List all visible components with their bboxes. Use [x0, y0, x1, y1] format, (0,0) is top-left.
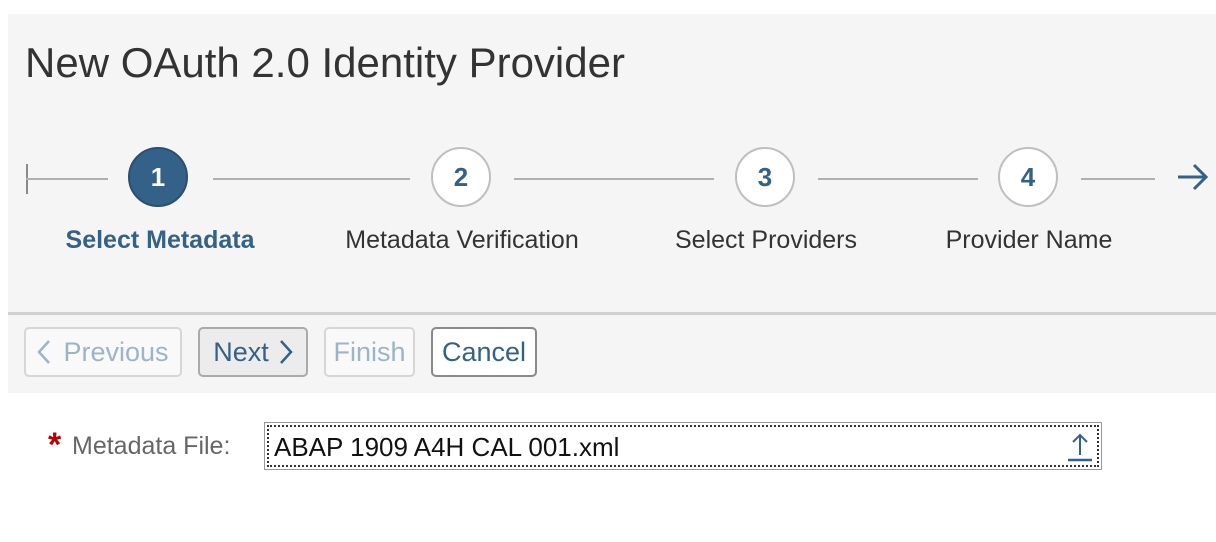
cancel-button[interactable]: Cancel: [431, 327, 537, 377]
roadmap-step-4-number: 4: [1020, 161, 1036, 192]
metadata-file-input[interactable]: ABAP 1909 A4H CAL 001.xml: [264, 422, 1102, 470]
upload-icon[interactable]: [1065, 431, 1095, 463]
finish-button[interactable]: Finish: [324, 327, 415, 377]
next-button[interactable]: Next: [198, 327, 308, 377]
arrow-right-icon[interactable]: [1174, 160, 1210, 194]
previous-button-label: Previous: [63, 336, 169, 367]
roadmap-step-1[interactable]: 1: [128, 147, 188, 207]
roadmap-step-3[interactable]: 3: [735, 147, 795, 207]
metadata-file-value: ABAP 1909 A4H CAL 001.xml: [274, 432, 620, 462]
chevron-left-icon: [37, 340, 51, 364]
roadmap-connector: [213, 178, 410, 180]
wizard-toolbar: Previous Next Finish Cancel: [8, 315, 1216, 393]
roadmap-step-4-label[interactable]: Provider Name: [946, 226, 1113, 255]
roadmap-connector: [1081, 178, 1155, 180]
roadmap-step-2-number: 2: [453, 161, 469, 192]
metadata-file-row: * Metadata File: ABAP 1909 A4H CAL 001.x…: [0, 420, 1216, 472]
next-button-label: Next: [213, 336, 269, 367]
wizard-header: New OAuth 2.0 Identity Provider 1 Select…: [8, 14, 1216, 312]
wizard-roadmap: 1 Select Metadata 2 Metadata Verificatio…: [8, 14, 1216, 312]
roadmap-step-2-label[interactable]: Metadata Verification: [345, 226, 578, 255]
roadmap-step-4[interactable]: 4: [998, 147, 1058, 207]
roadmap-connector: [818, 178, 978, 180]
chevron-right-icon: [279, 340, 293, 364]
roadmap-connector: [514, 178, 714, 180]
cancel-button-label: Cancel: [441, 336, 527, 367]
previous-button[interactable]: Previous: [24, 327, 182, 377]
required-marker: *: [48, 426, 62, 464]
roadmap-step-1-label[interactable]: Select Metadata: [66, 226, 255, 255]
roadmap-step-3-label[interactable]: Select Providers: [675, 226, 857, 255]
roadmap-connector: [26, 178, 108, 180]
roadmap-step-2[interactable]: 2: [431, 147, 491, 207]
roadmap-step-3-number: 3: [757, 161, 773, 192]
finish-button-label: Finish: [333, 336, 406, 367]
roadmap-step-1-number: 1: [150, 161, 166, 192]
metadata-file-label: Metadata File:: [72, 432, 231, 460]
